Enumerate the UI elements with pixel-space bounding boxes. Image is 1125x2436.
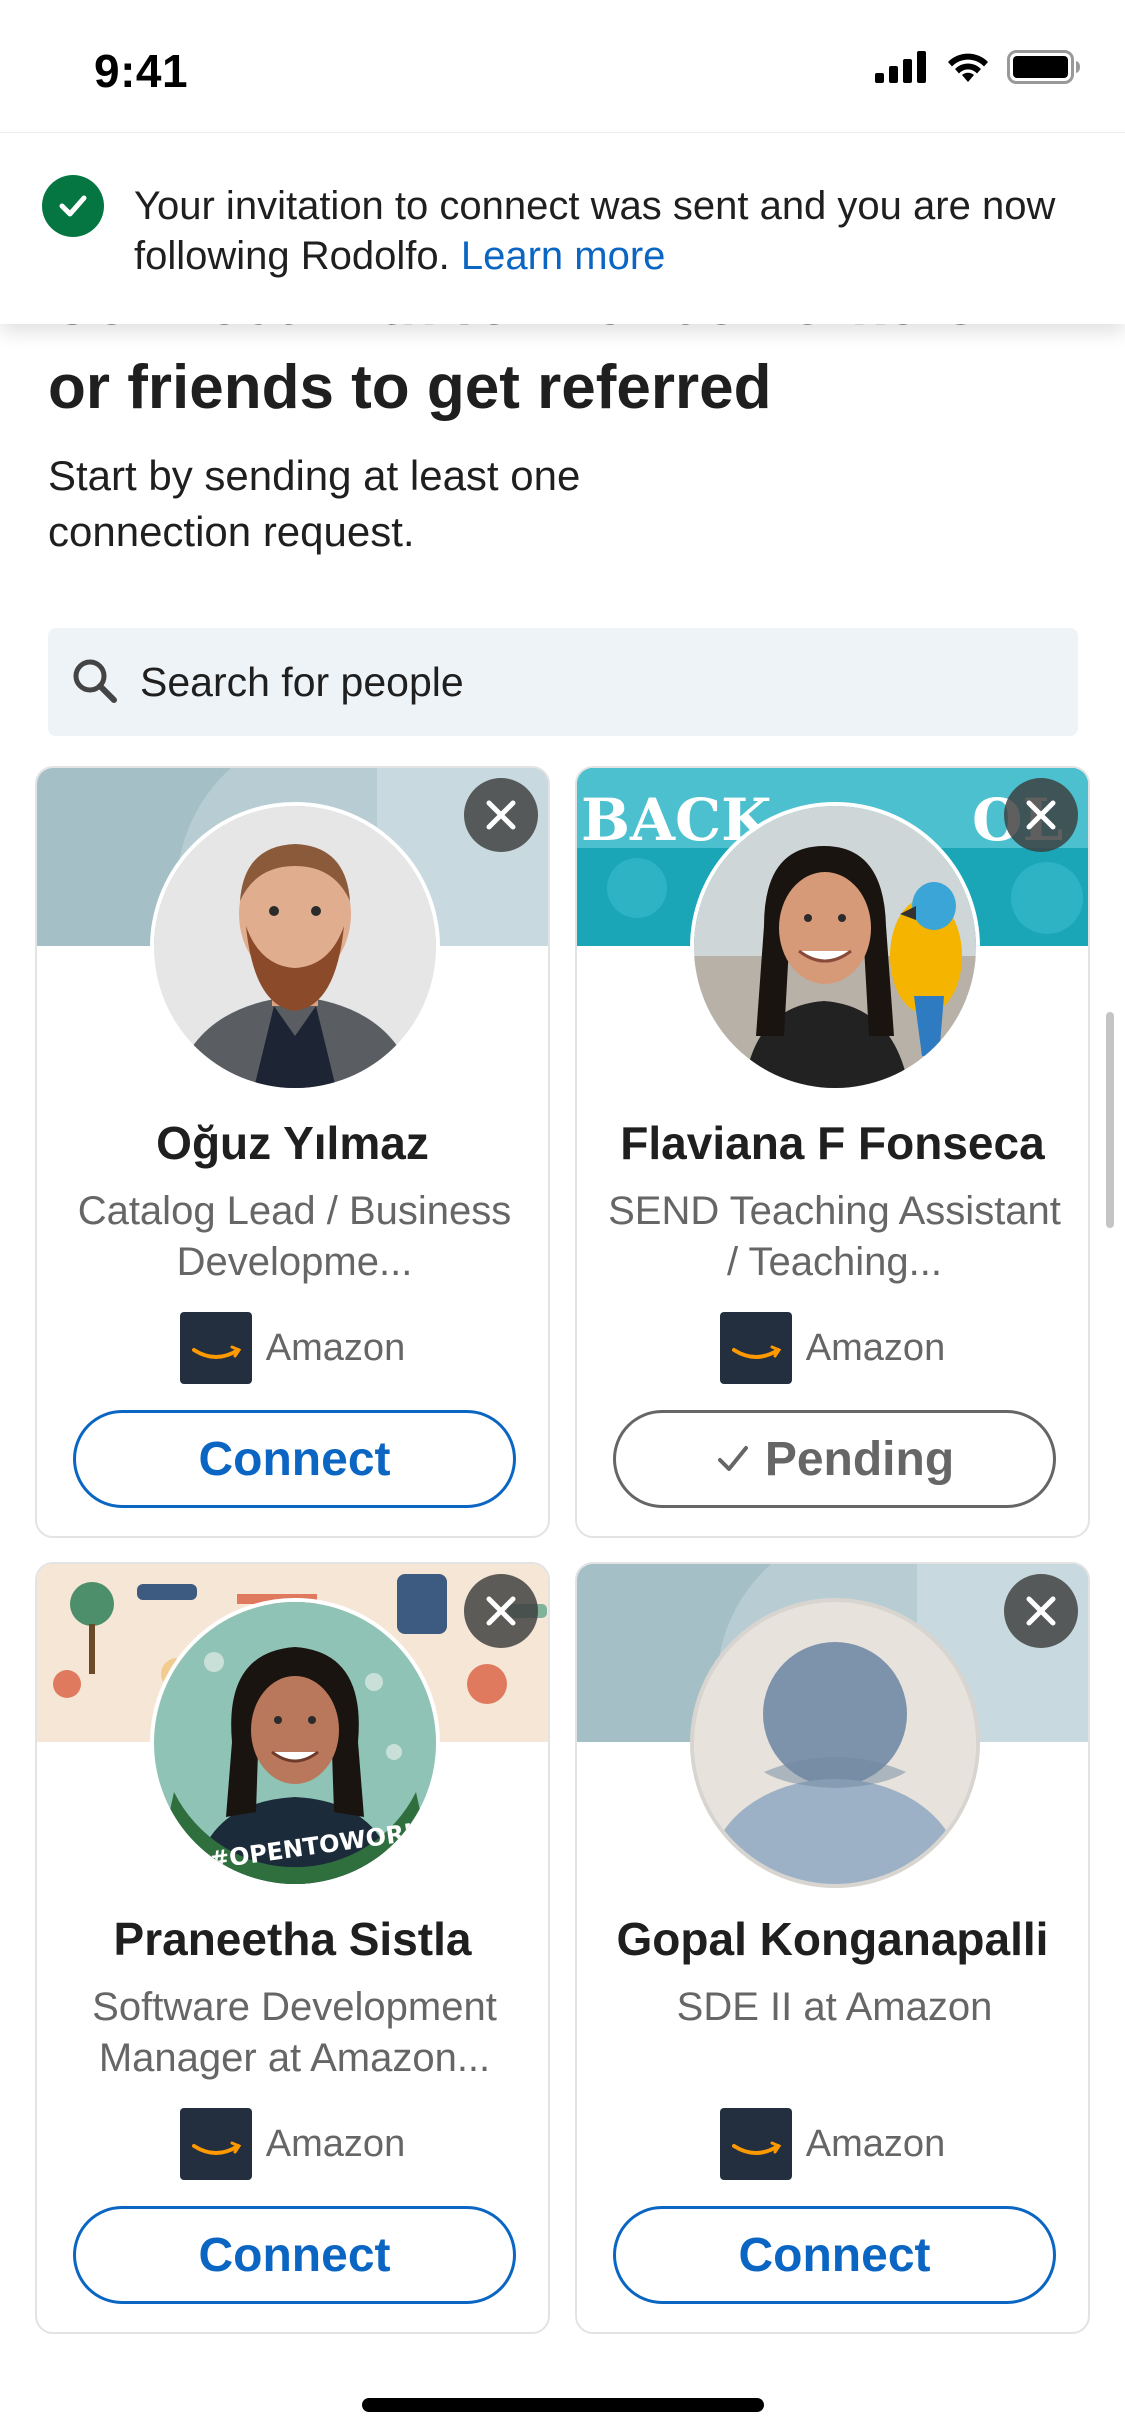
avatar[interactable]: #OPENTOWORK bbox=[150, 1598, 440, 1888]
company-name: Amazon bbox=[265, 2122, 406, 2165]
person-card[interactable]: BACK OL Fla bbox=[575, 766, 1090, 1538]
cellular-signal-icon bbox=[875, 51, 926, 83]
person-card[interactable]: Gopal Konganapalli SDE II at Amazon Amaz… bbox=[575, 1562, 1090, 2334]
dismiss-button[interactable] bbox=[464, 1574, 538, 1648]
person-card[interactable]: #OPENTOWORK Praneetha Sistla Software De… bbox=[35, 1562, 550, 2334]
person-name[interactable]: Praneetha Sistla bbox=[37, 1912, 548, 1966]
company-row: Amazon bbox=[37, 1312, 548, 1384]
amazon-logo-icon bbox=[719, 2108, 792, 2180]
close-icon bbox=[1026, 800, 1056, 830]
page-subtitle: Start by sending at least one connection… bbox=[48, 452, 581, 555]
person-name[interactable]: Flaviana F Fonseca bbox=[577, 1116, 1088, 1170]
pending-label: Pending bbox=[764, 1432, 955, 1486]
avatar[interactable] bbox=[690, 802, 980, 1092]
connect-button[interactable]: Connect bbox=[73, 1410, 516, 1508]
amazon-logo-icon bbox=[179, 2108, 252, 2180]
wifi-icon bbox=[948, 53, 988, 82]
company-row: Amazon bbox=[577, 1312, 1088, 1384]
company-row: Amazon bbox=[37, 2108, 548, 2180]
learn-more-link[interactable]: Learn more bbox=[461, 234, 666, 278]
person-name[interactable]: Oğuz Yılmaz bbox=[37, 1116, 548, 1170]
person-name[interactable]: Gopal Konganapalli bbox=[577, 1912, 1088, 1966]
status-icons bbox=[875, 50, 1081, 84]
person-occupation: SEND Teaching Assistant / Teaching... bbox=[608, 1189, 1061, 1284]
person-occupation: Catalog Lead / Business Developme... bbox=[77, 1189, 512, 1284]
company-name: Amazon bbox=[805, 2122, 946, 2165]
person-occupation: SDE II at Amazon bbox=[676, 1985, 993, 2029]
invitation-toast: Your invitation to connect was sent and … bbox=[0, 132, 1125, 324]
battery-icon bbox=[1007, 50, 1080, 84]
toast-message-container: Your invitation to connect was sent and … bbox=[134, 181, 1084, 281]
scrollbar[interactable] bbox=[1106, 1012, 1114, 1228]
check-circle-icon bbox=[42, 175, 104, 237]
company-name: Amazon bbox=[805, 1326, 946, 1369]
close-icon bbox=[1026, 1596, 1056, 1626]
page-title: or friends to get referred bbox=[48, 353, 772, 422]
company-row: Amazon bbox=[577, 2108, 1088, 2180]
amazon-logo-icon bbox=[179, 1312, 252, 1384]
status-time: 9:41 bbox=[94, 45, 189, 97]
connect-button[interactable]: Connect bbox=[73, 2206, 516, 2304]
dismiss-button[interactable] bbox=[1004, 778, 1078, 852]
default-avatar-icon[interactable] bbox=[690, 1598, 980, 1888]
connect-button[interactable]: Connect bbox=[613, 2206, 1056, 2304]
status-bar: 9:41 bbox=[0, 0, 1125, 132]
close-icon bbox=[486, 1596, 516, 1626]
pending-button[interactable]: Pending bbox=[613, 1410, 1056, 1508]
amazon-logo-icon bbox=[719, 1312, 792, 1384]
close-icon bbox=[486, 800, 516, 830]
search-bar[interactable] bbox=[48, 628, 1078, 736]
checkmark-icon bbox=[717, 1446, 748, 1471]
avatar[interactable] bbox=[150, 802, 440, 1092]
screen: 9:41 Connect with former coworkers bbox=[0, 0, 1125, 2436]
search-icon bbox=[73, 659, 117, 703]
company-name: Amazon bbox=[265, 1326, 406, 1369]
dismiss-button[interactable] bbox=[1004, 1574, 1078, 1648]
person-card[interactable]: Oğuz Yılmaz Catalog Lead / Business Deve… bbox=[35, 766, 550, 1538]
search-input[interactable] bbox=[140, 628, 1040, 736]
home-indicator[interactable] bbox=[362, 2398, 764, 2412]
person-occupation: Software Development Manager at Amazon..… bbox=[92, 1985, 497, 2080]
dismiss-button[interactable] bbox=[464, 778, 538, 852]
